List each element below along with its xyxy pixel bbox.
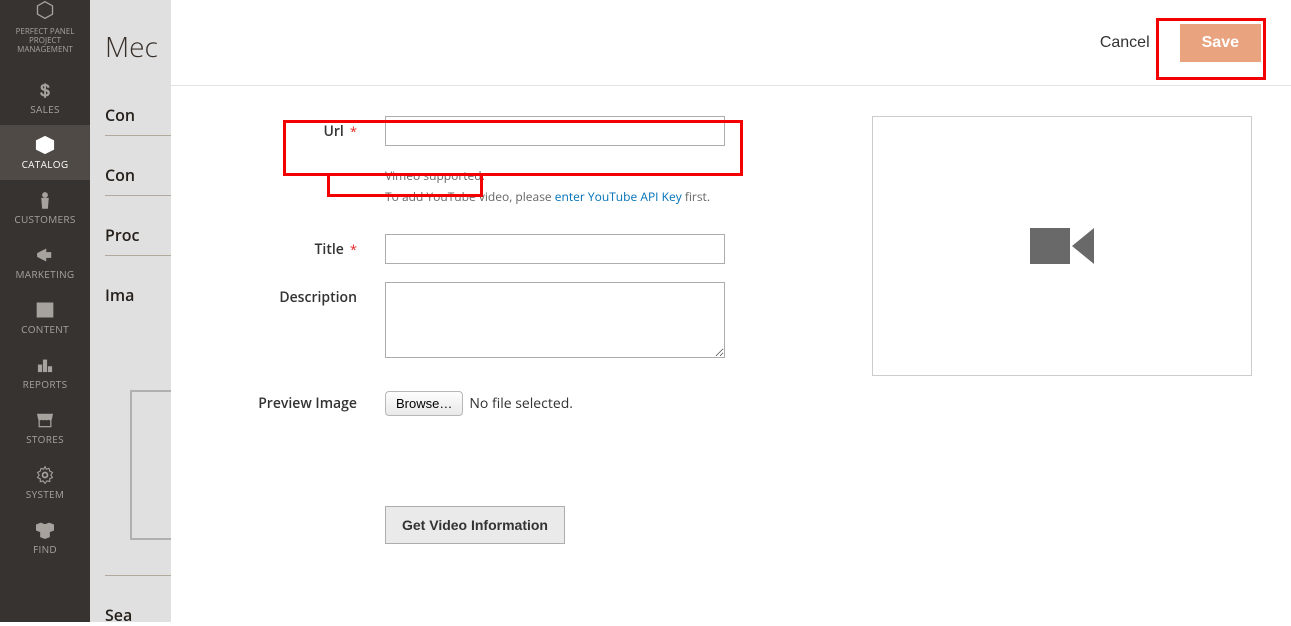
preview-column bbox=[872, 116, 1267, 556]
layout-icon bbox=[35, 300, 55, 320]
modal-body: Url * Vimeo supported. To add YouTube vid… bbox=[171, 86, 1291, 576]
sidebar-item-stores[interactable]: STORES bbox=[0, 400, 90, 455]
label-text: Description bbox=[279, 288, 357, 307]
url-label: Url * bbox=[195, 116, 385, 141]
sidebar-item-customers[interactable]: CUSTOMERS bbox=[0, 180, 90, 235]
preview-label: Preview Image bbox=[195, 394, 385, 413]
sidebar-item-catalog[interactable]: CATALOG bbox=[0, 125, 90, 180]
dollar-icon: $ bbox=[35, 80, 55, 100]
modal-header: Cancel Save bbox=[171, 0, 1291, 86]
sidebar-item-content[interactable]: CONTENT bbox=[0, 290, 90, 345]
nav-label: STORES bbox=[26, 434, 64, 445]
field-preview-row: Preview Image Browse… No file selected. bbox=[195, 391, 842, 416]
nav-label: CUSTOMERS bbox=[14, 214, 75, 225]
required-asterisk: * bbox=[350, 240, 357, 258]
label-text: Title bbox=[315, 240, 344, 259]
video-camera-icon bbox=[1030, 228, 1094, 264]
admin-sidebar: PERFECT PANEL PROJECT MANAGEMENT $ SALES… bbox=[0, 0, 90, 622]
store-icon bbox=[35, 410, 55, 430]
sidebar-top-label: PERFECT PANEL PROJECT MANAGEMENT bbox=[4, 24, 86, 60]
sidebar-item-marketing[interactable]: MARKETING bbox=[0, 235, 90, 290]
box-icon bbox=[35, 135, 55, 155]
megaphone-icon bbox=[35, 245, 55, 265]
sidebar-logo-area[interactable]: PERFECT PANEL PROJECT MANAGEMENT bbox=[0, 0, 90, 70]
title-label: Title * bbox=[195, 234, 385, 259]
save-button[interactable]: Save bbox=[1180, 24, 1261, 62]
sidebar-item-sales[interactable]: $ SALES bbox=[0, 70, 90, 125]
nav-label: SYSTEM bbox=[26, 489, 64, 500]
sidebar-item-reports[interactable]: REPORTS bbox=[0, 345, 90, 400]
get-video-information-button[interactable]: Get Video Information bbox=[385, 506, 565, 544]
nav-label: FIND bbox=[33, 544, 57, 555]
nav-label: SALES bbox=[30, 104, 60, 115]
url-hint-youtube: To add YouTube video, please enter YouTu… bbox=[385, 189, 842, 206]
title-input[interactable] bbox=[385, 234, 725, 264]
field-description-row: Description bbox=[195, 282, 842, 363]
nav-label: CATALOG bbox=[22, 159, 69, 170]
label-text: Url bbox=[323, 122, 343, 141]
nav-label: REPORTS bbox=[23, 379, 68, 390]
form-column: Url * Vimeo supported. To add YouTube vid… bbox=[195, 116, 872, 556]
gear-icon bbox=[35, 465, 55, 485]
field-info-row: Get Video Information bbox=[195, 506, 842, 544]
description-textarea[interactable] bbox=[385, 282, 725, 358]
label-text: Preview Image bbox=[258, 394, 357, 413]
nav-label: CONTENT bbox=[21, 324, 69, 335]
hexagon-icon bbox=[35, 0, 55, 20]
browse-button[interactable]: Browse… bbox=[385, 391, 463, 416]
cancel-button[interactable]: Cancel bbox=[1090, 26, 1160, 60]
bar-chart-icon bbox=[35, 355, 55, 375]
url-hint-vimeo: Vimeo supported. bbox=[385, 168, 842, 185]
field-title-row: Title * bbox=[195, 234, 842, 264]
field-url-row: Url * Vimeo supported. To add YouTube vid… bbox=[195, 116, 842, 206]
svg-text:$: $ bbox=[40, 81, 49, 100]
description-label: Description bbox=[195, 282, 385, 307]
required-asterisk: * bbox=[350, 122, 357, 140]
youtube-api-key-link[interactable]: enter YouTube API Key bbox=[555, 188, 682, 205]
no-file-text: No file selected. bbox=[469, 394, 573, 413]
nav-label: MARKETING bbox=[16, 269, 75, 280]
sidebar-item-system[interactable]: SYSTEM bbox=[0, 455, 90, 510]
add-video-modal: Cancel Save Url * Vimeo supported. To add… bbox=[171, 0, 1291, 622]
video-preview-box bbox=[872, 116, 1252, 376]
boxes-icon bbox=[35, 520, 55, 540]
url-input[interactable] bbox=[385, 116, 725, 146]
sidebar-item-find[interactable]: FIND bbox=[0, 510, 90, 565]
man-icon bbox=[35, 190, 55, 210]
